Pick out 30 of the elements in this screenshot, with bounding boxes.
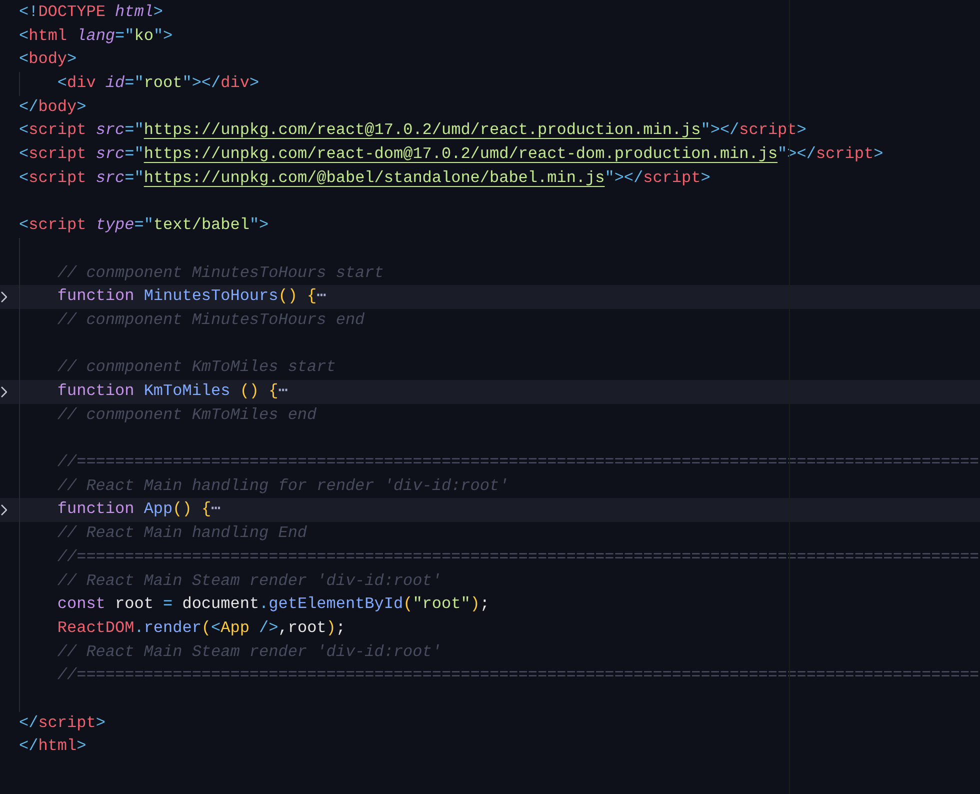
code-comment: //============================================================================================== (57, 546, 980, 568)
code-line: <script src="https://unpkg.com/react@17.0.2/umd/react.production.min.js"></script> (19, 120, 806, 142)
code-comment: // conmponent MinutesToHours start (57, 262, 384, 284)
code-comment: //============================================================================================== (57, 665, 980, 686)
chevron-icon[interactable] (1, 386, 7, 398)
code-comment: // React Main handling for render 'div-id:root' (57, 476, 509, 497)
code-line: <script src="https://unpkg.com/@babel/standalone/babel.min.js"></script> (19, 168, 710, 189)
code-comment: //============================================================================================== (57, 452, 980, 474)
code-line: </body> (19, 96, 86, 118)
code-line: <body> (19, 49, 77, 70)
code-line: </html> (19, 736, 86, 758)
code-line: <script src="https://unpkg.com/react-dom@17.0.2/umd/react-dom.production.min.js"></script> (19, 144, 884, 166)
code-comment: // React Main Steam render 'div-id:root' (57, 570, 442, 592)
chevron-icon[interactable] (1, 291, 7, 304)
code-line: <!DOCTYPE html> (19, 2, 164, 23)
code-comment: // React Main handling End (57, 523, 308, 544)
code-line: </script> (19, 712, 106, 734)
code-comment: // conmponent KmToMiles end (57, 404, 317, 426)
code-line: <script type="text/babel"> (19, 215, 269, 236)
code-line: <html lang="ko"> (19, 26, 173, 47)
code-line: const root = document.getElementById("root"); (57, 594, 490, 616)
chevron-icon[interactable] (1, 504, 7, 516)
code-line: <div id="root"></div> (57, 73, 260, 94)
code-line: function App() {⋯ (57, 499, 221, 520)
code-comment: // React Main Steam render 'div-id:root' (57, 642, 442, 663)
code-comment: // conmponent MinutesToHours end (57, 310, 365, 331)
code-line: function MinutesToHours() {⋯ (57, 286, 326, 308)
code-line: ReactDOM.render(<App />,root); (57, 618, 346, 639)
code-comment: // conmponent KmToMiles start (57, 357, 336, 378)
code-line: function KmToMiles () {⋯ (57, 381, 288, 402)
